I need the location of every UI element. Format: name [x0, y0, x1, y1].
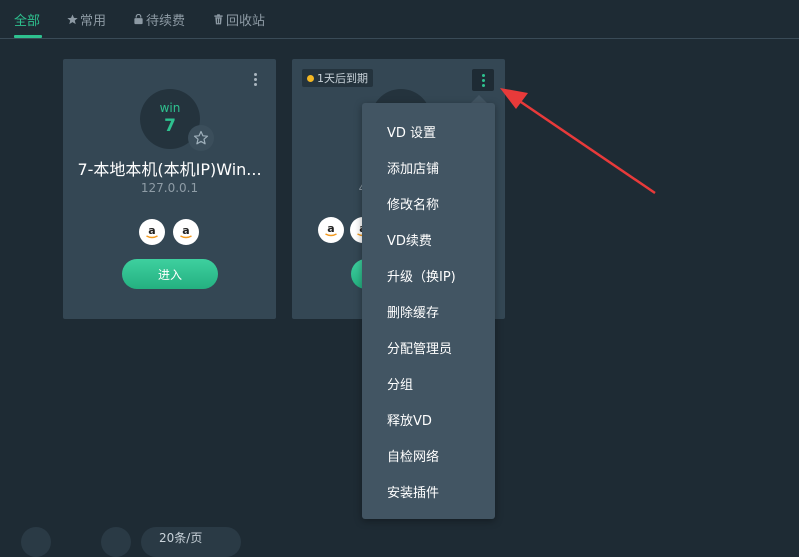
- annotation-arrow-icon: [500, 88, 656, 195]
